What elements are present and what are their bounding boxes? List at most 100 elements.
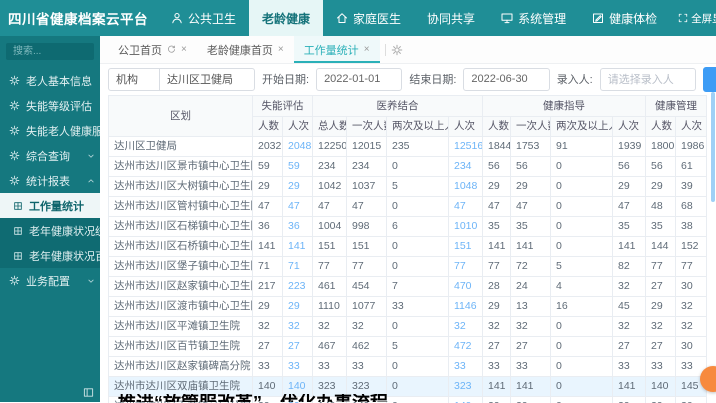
tab-options-gear-icon[interactable]	[391, 44, 403, 56]
table-row[interactable]: 达州市达川区赵家镇中心卫生院21722346145474702824432273…	[109, 277, 707, 297]
value-link-cell[interactable]: 77	[449, 257, 483, 277]
table-row[interactable]: 达川区卫健局2032204812250120152351251618441753…	[109, 137, 707, 157]
sidebar-item-1[interactable]: 老人基本信息	[0, 68, 100, 93]
table-row[interactable]: 达州市达川区景市镇中心卫生院5959234234023456560565661	[109, 157, 707, 177]
sidebar-subitem-2[interactable]: 老年健康状况统计	[0, 218, 100, 243]
sidebar-collapse-icon[interactable]	[83, 387, 94, 398]
value-link-cell[interactable]: 29	[283, 297, 313, 317]
close-icon[interactable]: ×	[364, 45, 370, 55]
sidebar-subitem-3[interactable]: 老年健康状况百岁表	[0, 243, 100, 268]
org-select[interactable]: 达川区卫健局	[159, 68, 255, 91]
fullscreen-icon	[678, 13, 688, 23]
value-cell: 0	[387, 377, 449, 397]
sidebar-menu: 老人基本信息失能等级评估失能老人健康服务综合查询统计报表工作量统计老年健康状况统…	[0, 68, 100, 293]
table-row[interactable]: 达州市达川区堡子镇中心卫生院7171777707777725827777	[109, 257, 707, 277]
util-item-1[interactable]: 全屏显示	[670, 0, 716, 36]
nav-item-3[interactable]: 家庭医生	[323, 0, 414, 36]
value-link-cell[interactable]: 27	[283, 337, 313, 357]
sidebar-item-5[interactable]: 统计报表	[0, 168, 100, 193]
refresh-icon[interactable]	[167, 45, 176, 54]
sidebar-item-6[interactable]: 业务配置	[0, 268, 100, 293]
value-cell: 77	[646, 257, 676, 277]
sidebar-search-input[interactable]	[11, 45, 76, 58]
value-link-cell[interactable]: 29	[283, 397, 313, 403]
value-link-cell[interactable]: 12516	[449, 137, 483, 157]
org-type-select[interactable]: 机构	[108, 68, 160, 91]
value-link-cell[interactable]: 47	[449, 197, 483, 217]
start-date-input[interactable]: 2022-01-01	[316, 68, 402, 91]
end-date-input[interactable]: 2022-06-30	[463, 68, 549, 91]
table-row[interactable]: 达州市达川区渡市镇中心卫生院29291110107733114629131645…	[109, 297, 707, 317]
sidebar-item-3[interactable]: 失能老人健康服务	[0, 118, 100, 143]
tab-2[interactable]: 老龄健康首页×	[197, 36, 294, 63]
value-link-cell[interactable]: 151	[449, 237, 483, 257]
value-link-cell[interactable]: 141	[283, 237, 313, 257]
value-cell: 36	[253, 217, 283, 237]
table-row[interactable]: 达州市达川区管村镇中心卫生院4747474704747470474868	[109, 197, 707, 217]
value-cell: 0	[551, 397, 613, 403]
query-button[interactable]: 查 询	[703, 67, 716, 92]
sidebar-search[interactable]	[6, 43, 94, 60]
nav-item-1[interactable]: 公共卫生	[158, 0, 249, 36]
value-cell: 0	[387, 397, 449, 403]
value-cell: 0	[387, 357, 449, 377]
value-link-cell[interactable]: 234	[449, 157, 483, 177]
value-link-cell[interactable]: 29	[283, 177, 313, 197]
region-cell: 达州市达川区景市镇中心卫生院	[109, 157, 253, 177]
table-row[interactable]: 达州市达川区大树镇中心卫生院29291042103751048292902929…	[109, 177, 707, 197]
column-group-2: 医养结合	[313, 96, 483, 117]
column-header: 总人数	[313, 117, 347, 137]
sidebar-item-4[interactable]: 综合查询	[0, 143, 100, 168]
start-date-value: 2022-01-01	[324, 73, 380, 85]
value-link-cell[interactable]: 149	[449, 397, 483, 403]
table-row[interactable]: 达州市达川区平滩镇卫生院3232323203232320323232	[109, 317, 707, 337]
value-cell: 5	[387, 177, 449, 197]
vertical-scrollbar[interactable]	[711, 92, 715, 202]
value-link-cell[interactable]: 32	[449, 317, 483, 337]
operator-select[interactable]: 请选择录入人	[600, 68, 696, 91]
nav-item-4[interactable]: 协同共享	[414, 0, 488, 36]
table-row[interactable]: 达州市达川区百节镇马家分院2929149149014929290292930	[109, 397, 707, 403]
value-cell: 467	[313, 337, 347, 357]
table-row[interactable]: 达州市达川区百节镇卫生院2727467462547227270272730	[109, 337, 707, 357]
table-row[interactable]: 达州市达川区赵家镇碑高分院3333333303333330333333	[109, 357, 707, 377]
close-icon[interactable]: ×	[278, 45, 284, 55]
grid-icon	[13, 251, 23, 261]
value-link-cell[interactable]: 71	[283, 257, 313, 277]
value-link-cell[interactable]: 1010	[449, 217, 483, 237]
table-row[interactable]: 达州市达川区石梯镇中心卫生院36361004998610103535035353…	[109, 217, 707, 237]
nav-item-5[interactable]: 系统管理	[488, 0, 579, 36]
value-cell: 29	[253, 177, 283, 197]
sidebar-subitem-1[interactable]: 工作量统计	[0, 193, 100, 218]
table-row[interactable]: 达州市达川区石桥镇中心卫生院14114115115101511411410141…	[109, 237, 707, 257]
tab-1[interactable]: 公卫首页×	[108, 36, 197, 63]
value-link-cell[interactable]: 140	[283, 377, 313, 397]
nav-item-6[interactable]: 健康体检	[579, 0, 670, 36]
value-link-cell[interactable]: 59	[283, 157, 313, 177]
value-link-cell[interactable]: 1146	[449, 297, 483, 317]
value-link-cell[interactable]: 33	[449, 357, 483, 377]
value-link-cell[interactable]: 1048	[449, 177, 483, 197]
nav-item-2[interactable]: 老龄健康	[249, 0, 323, 36]
value-cell: 29	[511, 397, 551, 403]
sidebar-item-2[interactable]: 失能等级评估	[0, 93, 100, 118]
value-cell: 0	[551, 197, 613, 217]
value-cell: 5	[551, 257, 613, 277]
value-link-cell[interactable]: 36	[283, 217, 313, 237]
value-link-cell[interactable]: 223	[283, 277, 313, 297]
value-link-cell[interactable]: 2048	[283, 137, 313, 157]
value-link-cell[interactable]: 470	[449, 277, 483, 297]
top-nav: 公共卫生老龄健康家庭医生协同共享系统管理健康体检	[158, 0, 670, 36]
end-date-label: 结束日期:	[409, 71, 456, 87]
close-icon[interactable]: ×	[181, 45, 187, 55]
value-link-cell[interactable]: 323	[449, 377, 483, 397]
value-link-cell[interactable]: 32	[283, 317, 313, 337]
value-link-cell[interactable]: 33	[283, 357, 313, 377]
table-row[interactable]: 达州市达川区双庙镇卫生院1401403233230323141141014114…	[109, 377, 707, 397]
tab-3[interactable]: 工作量统计×	[294, 36, 380, 63]
value-link-cell[interactable]: 472	[449, 337, 483, 357]
value-cell: 33	[313, 357, 347, 377]
value-link-cell[interactable]: 47	[283, 197, 313, 217]
value-cell: 82	[613, 257, 646, 277]
value-cell: 1800	[646, 137, 676, 157]
